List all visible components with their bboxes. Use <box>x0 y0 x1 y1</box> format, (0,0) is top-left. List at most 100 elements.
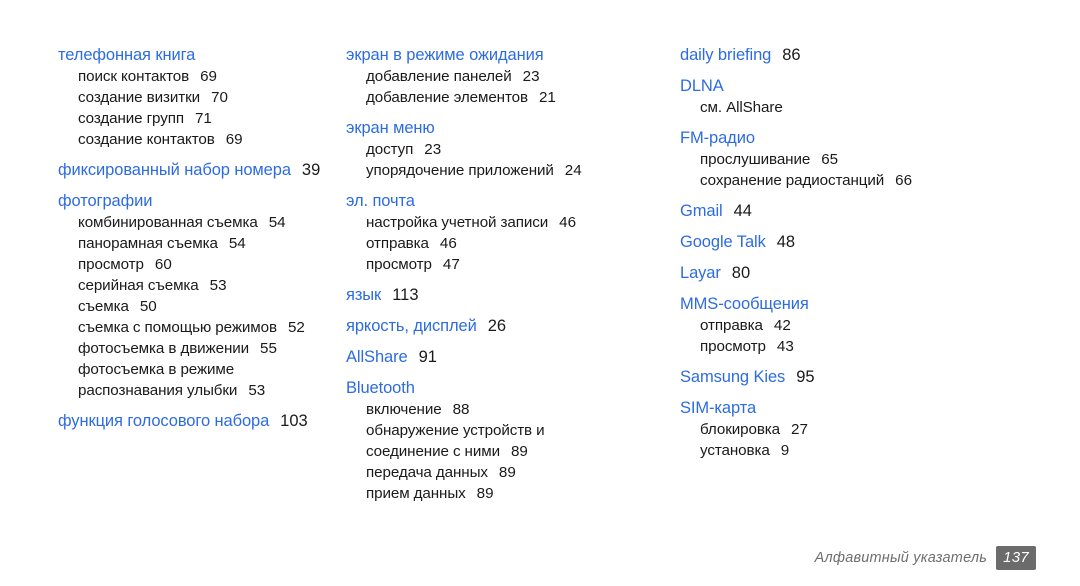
index-column-3: daily briefing 86 DLNA см. AllShare FM-радио… <box>666 44 1080 461</box>
index-entry: фотографии комбинированная съемка 54 панора… <box>58 190 334 401</box>
index-entry-heading-label: экран в режиме ожидания <box>346 46 544 64</box>
index-entry-heading[interactable]: эл. почта <box>346 190 666 212</box>
index-subentry[interactable]: включение 88 <box>346 399 666 420</box>
index-entry: Gmail 44 <box>680 200 1080 222</box>
index-subentry-label: съемка <box>78 298 129 315</box>
index-subentry[interactable]: серийная съемка 53 <box>58 275 334 296</box>
index-subentry[interactable]: съемка 50 <box>58 296 334 317</box>
index-subentry-page-number: 42 <box>773 317 791 334</box>
index-subentry[interactable]: доступ 23 <box>346 139 666 160</box>
index-entry-heading-label: эл. почта <box>346 192 415 210</box>
index-subentry[interactable]: создание групп 71 <box>58 108 334 129</box>
index-subentry-label: передача данных <box>366 464 488 481</box>
index-entry-heading[interactable]: функция голосового набора 103 <box>58 410 334 432</box>
index-subentry[interactable]: передача данных 89 <box>346 462 666 483</box>
index-subentry-page-number: 43 <box>776 338 794 355</box>
index-entry-heading[interactable]: DLNA <box>680 75 1080 97</box>
index-entry-heading[interactable]: фиксированный набор номера 39 <box>58 159 334 181</box>
index-entry: AllShare 91 <box>346 346 666 368</box>
index-subentry-label: комбинированная съемка <box>78 214 258 231</box>
index-subentry[interactable]: сохранение радиостанций 66 <box>680 170 1080 191</box>
index-subentry[interactable]: см. AllShare <box>680 97 1080 118</box>
index-subentry[interactable]: просмотр 47 <box>346 254 666 275</box>
index-subentry[interactable]: съемка с помощью режимов 52 <box>58 317 334 338</box>
index-entry-heading-label: Bluetooth <box>346 379 415 397</box>
index-entry-heading[interactable]: Layar 80 <box>680 262 1080 284</box>
index-subentry-label: фотосъемка в движении <box>78 340 250 357</box>
index-subentry-page-number: 9 <box>780 442 790 459</box>
index-subentry-page-number: 50 <box>139 298 157 315</box>
index-entry-page-number: 86 <box>782 46 801 64</box>
index-subentry[interactable]: фотосъемка в режиме <box>58 359 334 380</box>
index-subentry[interactable]: поиск контактов 69 <box>58 66 334 87</box>
index-entry-page-number: 80 <box>731 264 751 282</box>
index-subentry[interactable]: отправка 42 <box>680 315 1080 336</box>
index-subentry[interactable]: создание контактов 69 <box>58 129 334 150</box>
index-subentry-label: прослушивание <box>700 151 811 168</box>
index-entry-heading[interactable]: фотографии <box>58 190 334 212</box>
index-subentry-label: включение <box>366 401 442 418</box>
index-subentry-label: добавление панелей <box>366 68 512 85</box>
index-entry: функция голосового набора 103 <box>58 410 334 432</box>
index-subentry[interactable]: добавление панелей 23 <box>346 66 666 87</box>
index-subentry-label: создание визитки <box>78 89 200 106</box>
index-subentry[interactable]: панорамная съемка 54 <box>58 233 334 254</box>
index-entry-heading[interactable]: яркость, дисплей 26 <box>346 315 666 337</box>
index-entry-heading[interactable]: Bluetooth <box>346 377 666 399</box>
index-entry-heading[interactable]: Samsung Kies 95 <box>680 366 1080 388</box>
index-entry: MMS-сообщения отправка 42 просмотр 43 <box>680 293 1080 357</box>
index-subentry[interactable]: прослушивание 65 <box>680 149 1080 170</box>
index-entry-heading[interactable]: экран меню <box>346 117 666 139</box>
index-entry-page-number: 113 <box>392 286 419 304</box>
index-entry-heading[interactable]: Google Talk 48 <box>680 231 1080 253</box>
index-subentry-page-number: 71 <box>194 110 212 127</box>
index-entry-heading[interactable]: daily briefing 86 <box>680 44 1080 66</box>
index-subentry[interactable]: настройка учетной записи 46 <box>346 212 666 233</box>
index-entry: Layar 80 <box>680 262 1080 284</box>
index-entry-heading[interactable]: экран в режиме ожидания <box>346 44 666 66</box>
index-subentry-label: панорамная съемка <box>78 235 218 252</box>
index-subentry[interactable]: просмотр 43 <box>680 336 1080 357</box>
index-subentry[interactable]: создание визитки 70 <box>58 87 334 108</box>
index-subentry[interactable]: блокировка 27 <box>680 419 1080 440</box>
index-entry-heading[interactable]: MMS-сообщения <box>680 293 1080 315</box>
index-subentry[interactable]: обнаружение устройств и <box>346 420 666 441</box>
index-subentry-label: упорядочение приложений <box>366 162 554 179</box>
index-subentry-label: добавление элементов <box>366 89 528 106</box>
index-subentry[interactable]: добавление элементов 21 <box>346 87 666 108</box>
index-subentry-label: просмотр <box>366 256 432 273</box>
index-subentry[interactable]: соединение с ними 89 <box>346 441 666 462</box>
index-subentry-page-number: 54 <box>228 235 246 252</box>
index-subentry-page-number: 24 <box>564 162 582 179</box>
index-subentry[interactable]: фотосъемка в движении 55 <box>58 338 334 359</box>
index-entry-heading[interactable]: телефонная книга <box>58 44 334 66</box>
index-subentry-page-number: 89 <box>510 443 528 460</box>
index-entry-heading-label: фиксированный набор номера <box>58 161 291 179</box>
index-entry-heading-label: AllShare <box>346 348 408 366</box>
index-subentry-page-number: 21 <box>538 89 556 106</box>
index-subentry-label: съемка с помощью режимов <box>78 319 277 336</box>
index-entry-heading[interactable]: Gmail 44 <box>680 200 1080 222</box>
index-entry-heading[interactable]: AllShare 91 <box>346 346 666 368</box>
index-subentry-page-number: 23 <box>522 68 540 85</box>
index-subentry[interactable]: распознавания улыбки 53 <box>58 380 334 401</box>
index-subentry-label: серийная съемка <box>78 277 199 294</box>
index-entry-heading[interactable]: язык 113 <box>346 284 666 306</box>
index-subentry[interactable]: комбинированная съемка 54 <box>58 212 334 233</box>
index-entry-heading[interactable]: SIM-карта <box>680 397 1080 419</box>
index-subentry[interactable]: прием данных 89 <box>346 483 666 504</box>
index-subentry-page-number: 89 <box>476 485 494 502</box>
index-subentry[interactable]: упорядочение приложений 24 <box>346 160 666 181</box>
index-subentry[interactable]: установка 9 <box>680 440 1080 461</box>
index-entry-page-number: 103 <box>280 412 308 430</box>
index-entry: экран в режиме ожидания добавление панеле… <box>346 44 666 108</box>
index-subentry[interactable]: просмотр 60 <box>58 254 334 275</box>
index-subentry-label: см. AllShare <box>700 99 783 116</box>
index-subentry-page-number: 47 <box>442 256 460 273</box>
index-subentry-label: поиск контактов <box>78 68 190 85</box>
index-column-2: экран в режиме ожидания добавление панеле… <box>334 44 666 504</box>
index-entry: SIM-карта блокировка 27 установка 9 <box>680 397 1080 461</box>
index-subentry[interactable]: отправка 46 <box>346 233 666 254</box>
index-subentry-label: отправка <box>700 317 763 334</box>
index-entry-heading[interactable]: FM-радио <box>680 127 1080 149</box>
